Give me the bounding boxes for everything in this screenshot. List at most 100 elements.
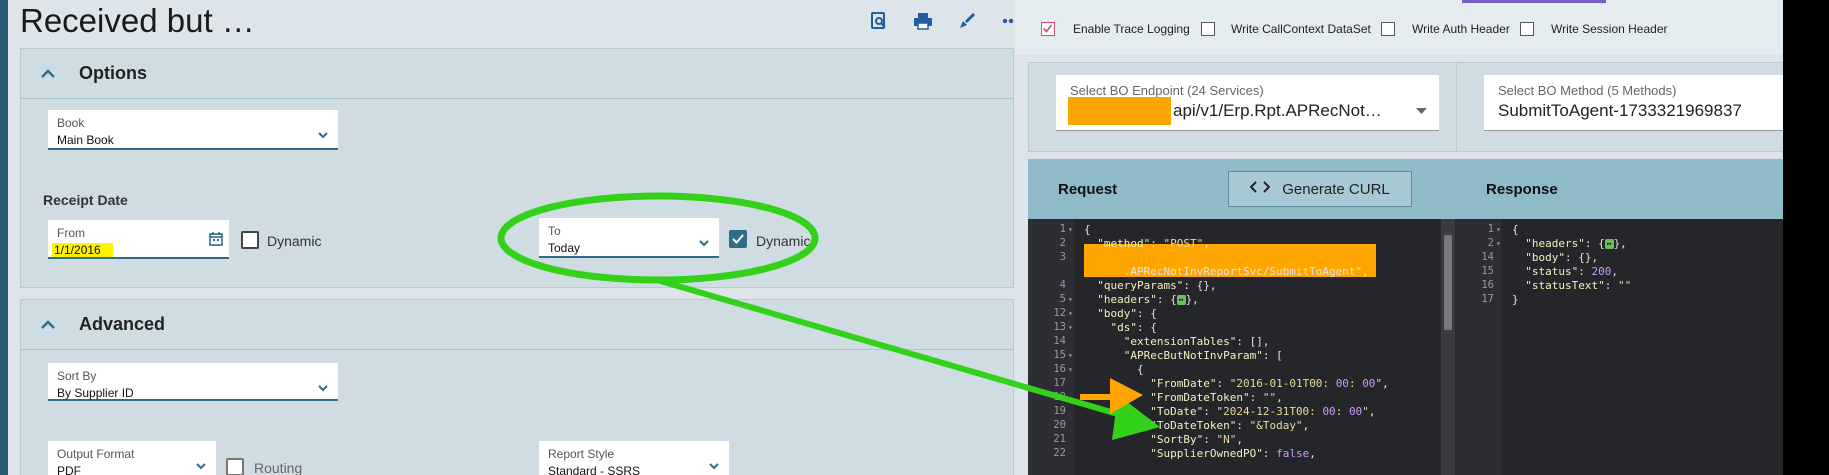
request-code-line: "body": { bbox=[1097, 307, 1157, 320]
report-style-label: Report Style bbox=[548, 447, 615, 461]
request-code-line: "SupplierOwnedPO": false, bbox=[1150, 447, 1316, 460]
request-code-line: "APRecButNotInvParam": [ bbox=[1123, 349, 1283, 362]
fold-arrow-icon[interactable]: ▾ bbox=[1068, 351, 1073, 360]
request-header: Request Generate CURL bbox=[1028, 159, 1458, 219]
write-callcontext-label: Write CallContext DataSet bbox=[1231, 22, 1371, 36]
from-dynamic-checkbox[interactable] bbox=[241, 231, 259, 249]
from-date-field[interactable]: From 1/1/2016 bbox=[48, 220, 229, 259]
response-line-number: 17 bbox=[1481, 293, 1494, 305]
request-line-number: 14 bbox=[1053, 335, 1066, 347]
screenshot-stage: Received but … Options Book Main Book Re… bbox=[0, 0, 1829, 475]
output-format-label: Output Format bbox=[57, 447, 135, 461]
response-line-number: 15 bbox=[1481, 265, 1494, 277]
request-code-line: "ToDateToken": "&Today", bbox=[1150, 419, 1310, 432]
sort-by-field[interactable]: Sort By By Supplier ID bbox=[48, 363, 338, 401]
print-icon[interactable] bbox=[912, 10, 934, 32]
response-line-number: 2 bbox=[1487, 237, 1494, 249]
options-section: Options Book Main Book Receipt Date From… bbox=[20, 48, 1014, 288]
request-code-line: "FromDateToken": "", bbox=[1150, 391, 1283, 404]
brush-icon[interactable] bbox=[956, 10, 978, 32]
response-code-line: } bbox=[1512, 293, 1519, 306]
chevron-down-icon bbox=[318, 126, 328, 144]
request-code-line: .APRecNotInvReportSvc/SubmitToAgent", bbox=[1084, 265, 1369, 278]
request-code-line: "FromDate": "2016-01-01T00: 00: 00", bbox=[1150, 377, 1389, 390]
fold-arrow-icon[interactable]: ▾ bbox=[1068, 309, 1073, 318]
method-select[interactable]: Select BO Method (5 Methods) SubmitToAge… bbox=[1484, 75, 1783, 131]
to-date-field[interactable]: To Today bbox=[539, 218, 719, 258]
output-format-field[interactable]: Output Format PDF bbox=[48, 441, 216, 475]
output-format-value: PDF bbox=[57, 464, 81, 475]
method-card: Select BO Method (5 Methods) SubmitToAge… bbox=[1456, 62, 1783, 152]
report-panel: Received but … Options Book Main Book Re… bbox=[0, 0, 1020, 475]
request-line-number: 22 bbox=[1053, 447, 1066, 459]
request-code-line: "queryParams": {}, bbox=[1097, 279, 1217, 292]
from-label: From bbox=[57, 226, 85, 240]
preview-icon[interactable] bbox=[868, 10, 890, 32]
sort-by-label: Sort By bbox=[57, 369, 97, 383]
redaction-box bbox=[1068, 97, 1171, 125]
book-field[interactable]: Book Main Book bbox=[48, 110, 338, 150]
to-dynamic-label: Dynamic bbox=[756, 233, 811, 249]
request-code-line: "ToDate": "2024-12-31T00: 00: 00", bbox=[1150, 405, 1376, 418]
advanced-title: Advanced bbox=[79, 314, 166, 334]
request-line-number: 5 bbox=[1059, 293, 1066, 305]
to-label: To bbox=[548, 224, 561, 238]
to-value: Today bbox=[548, 241, 581, 255]
fold-arrow-icon[interactable]: ▾ bbox=[1068, 365, 1073, 374]
advanced-header[interactable]: Advanced bbox=[21, 300, 1013, 350]
endpoint-select[interactable]: Select BO Endpoint (24 Services) api/v1/… bbox=[1056, 75, 1439, 131]
request-line-number: 13 bbox=[1053, 321, 1066, 333]
request-code-line: { bbox=[1084, 363, 1144, 376]
request-line-number: 2 bbox=[1059, 237, 1066, 249]
book-label: Book bbox=[57, 116, 85, 130]
write-session-header-checkbox[interactable] bbox=[1520, 22, 1534, 36]
receipt-date-label: Receipt Date bbox=[43, 192, 128, 208]
method-label: Select BO Method (5 Methods) bbox=[1498, 83, 1677, 98]
endpoint-label: Select BO Endpoint (24 Services) bbox=[1070, 83, 1264, 98]
request-scrollbar[interactable] bbox=[1441, 219, 1455, 475]
enable-trace-logging-checkbox[interactable] bbox=[1041, 22, 1055, 36]
report-style-field[interactable]: Report Style Standard - SSRS bbox=[539, 441, 729, 475]
chevron-up-icon bbox=[41, 69, 67, 78]
chevron-down-icon bbox=[699, 234, 709, 252]
request-line-number: 17 bbox=[1053, 377, 1066, 389]
fold-arrow-icon[interactable]: ▾ bbox=[1496, 239, 1501, 248]
advanced-section: Advanced Sort By By Supplier ID Output F… bbox=[20, 299, 1014, 475]
response-editor[interactable]: 1 ▾ {2 ▾ "headers": {↔}, 14 "body": {}, 15 "s… bbox=[1456, 219, 1783, 475]
response-title: Response bbox=[1486, 181, 1558, 198]
request-scroll-thumb[interactable] bbox=[1444, 235, 1452, 330]
fold-arrow-icon[interactable]: ▾ bbox=[1068, 323, 1073, 332]
routing-label: Routing bbox=[254, 460, 303, 475]
routing-checkbox[interactable] bbox=[226, 458, 244, 475]
generate-curl-label: Generate CURL bbox=[1282, 180, 1390, 198]
write-callcontext-checkbox[interactable] bbox=[1201, 22, 1215, 36]
request-line-number: 4 bbox=[1059, 279, 1066, 291]
write-auth-header-checkbox[interactable] bbox=[1381, 22, 1395, 36]
calendar-icon[interactable] bbox=[209, 231, 223, 251]
request-line-number: 3 bbox=[1059, 251, 1066, 263]
write-auth-header-label: Write Auth Header bbox=[1412, 22, 1510, 36]
request-line-number: 20 bbox=[1053, 419, 1066, 431]
options-header[interactable]: Options bbox=[21, 49, 1013, 99]
request-code-line: "extensionTables": [], bbox=[1123, 335, 1270, 348]
response-code-line: "status": 200, bbox=[1525, 265, 1618, 278]
fold-arrow-icon[interactable]: ▾ bbox=[1068, 295, 1073, 304]
request-code-line: { bbox=[1084, 223, 1091, 236]
report-style-value: Standard - SSRS bbox=[548, 464, 641, 475]
trace-options-bar: Enable Trace Logging Write CallContext D… bbox=[1015, 0, 1783, 55]
page-title: Received but … bbox=[20, 2, 255, 39]
generate-curl-button[interactable]: Generate CURL bbox=[1228, 171, 1412, 207]
to-dynamic-checkbox[interactable] bbox=[729, 230, 747, 248]
from-value: 1/1/2016 bbox=[52, 243, 113, 257]
request-code-line: "SortBy": "N", bbox=[1150, 433, 1243, 446]
report-toolbar bbox=[868, 10, 1022, 32]
active-tab-indicator bbox=[1462, 0, 1606, 3]
chevron-up-icon bbox=[41, 320, 67, 329]
fold-arrow-icon[interactable]: ▾ bbox=[1068, 225, 1073, 234]
request-code-line: "ds": { bbox=[1110, 321, 1157, 334]
response-line-number: 14 bbox=[1481, 251, 1494, 263]
request-line-number: 1 bbox=[1059, 223, 1066, 235]
window-edge bbox=[1783, 0, 1829, 475]
request-editor[interactable]: 1 ▾{2 "method": "POST", 3 .APRecNotInvRepo… bbox=[1028, 219, 1458, 475]
fold-arrow-icon[interactable]: ▾ bbox=[1496, 225, 1501, 234]
